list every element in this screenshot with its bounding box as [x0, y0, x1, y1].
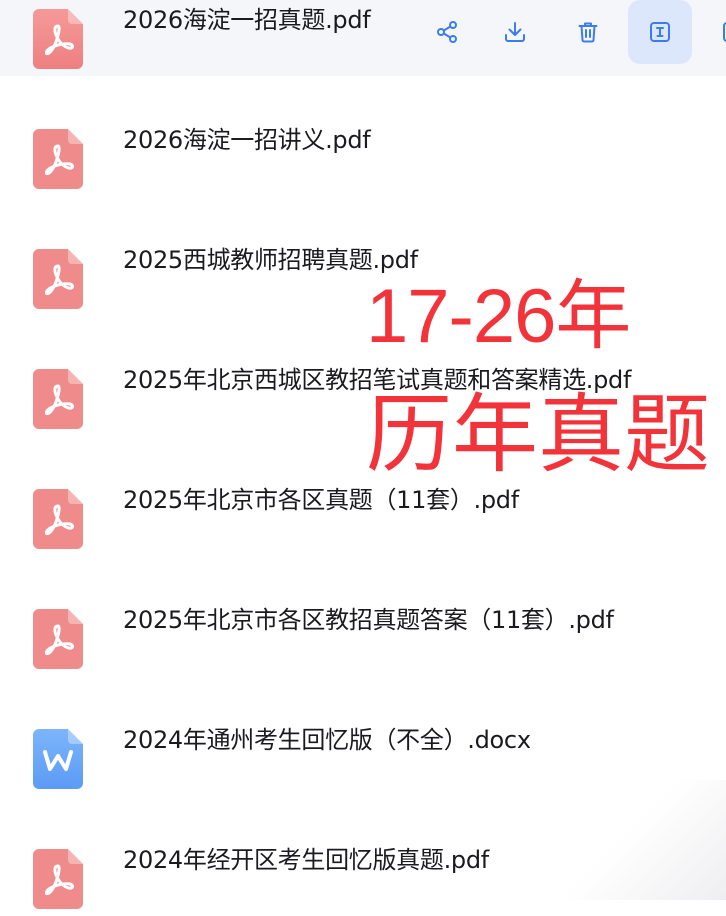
pdf-file-icon [33, 849, 83, 909]
pdf-file-icon [33, 9, 83, 69]
download-icon [505, 22, 525, 42]
pdf-file-icon [33, 129, 83, 189]
file-name: 2024年经开区考生回忆版真题.pdf [123, 846, 489, 874]
file-row[interactable]: 2024年经开区考生回忆版真题.pdf [0, 828, 726, 916]
file-row[interactable]: 2025年北京市各区教招真题答案（11套）.pdf [0, 588, 726, 676]
rename-icon [650, 22, 670, 42]
delete-button[interactable] [556, 0, 620, 64]
more-button[interactable] [701, 0, 726, 64]
file-row[interactable]: 2024年通州考生回忆版（不全）.docx [0, 708, 726, 796]
file-row[interactable]: 2026海淀一招讲义.pdf [0, 108, 726, 196]
file-name: 2026海淀一招讲义.pdf [123, 126, 371, 154]
rename-button[interactable] [628, 0, 692, 64]
overlay-years-label: 17-26年 [366, 274, 631, 359]
word-file-icon [33, 729, 83, 789]
pdf-file-icon [33, 249, 83, 309]
file-name: 2025年北京市各区教招真题答案（11套）.pdf [123, 606, 614, 634]
share-icon [437, 21, 457, 43]
share-button[interactable] [415, 0, 479, 64]
more-icon [723, 22, 726, 42]
pdf-file-icon [33, 609, 83, 669]
file-name: 2026海淀一招真题.pdf [123, 6, 371, 34]
overlay-title-label: 历年真题 [366, 387, 710, 483]
file-name: 2025年北京市各区真题（11套）.pdf [123, 486, 519, 514]
download-button[interactable] [483, 0, 547, 64]
file-name: 2025西城教师招聘真题.pdf [123, 246, 418, 274]
trash-icon [578, 22, 598, 43]
file-name: 2024年通州考生回忆版（不全）.docx [123, 726, 531, 754]
file-row[interactable]: 2026海淀一招真题.pdf [0, 0, 726, 76]
pdf-file-icon [33, 369, 83, 429]
pdf-file-icon [33, 489, 83, 549]
